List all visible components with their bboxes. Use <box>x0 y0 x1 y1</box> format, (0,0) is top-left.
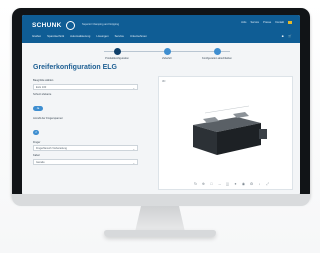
chevron-down-icon: ⌄ <box>132 85 135 90</box>
top-link[interactable]: Presse <box>263 21 271 24</box>
user-icon[interactable]: ☻ <box>281 34 284 38</box>
chevron-down-icon: ⌄ <box>132 147 135 151</box>
logo-text: SCHUNK <box>32 22 62 30</box>
logo[interactable]: SCHUNK <box>32 21 75 30</box>
nav-item[interactable]: Spanntechnik <box>47 34 64 38</box>
chevron-down-icon: ⌄ <box>132 160 135 165</box>
monitor-neck <box>135 206 185 232</box>
progress-steps: Produktkonfiguration Zubehör Konfigurati… <box>92 48 242 64</box>
fit-icon[interactable]: □ <box>209 182 214 186</box>
field-label: Anzahl der Fingerspanner <box>33 116 63 120</box>
field-label: Kabel <box>33 154 40 157</box>
monitor-foot <box>104 230 216 237</box>
step-3[interactable]: Konfiguration abschließen <box>192 48 242 60</box>
step-label: Zubehör <box>162 57 172 60</box>
screen: SCHUNK Superior Clamping and Gripping Jo… <box>22 15 300 195</box>
step-2[interactable]: Zubehör <box>142 48 192 60</box>
fullscreen-icon[interactable]: ⤢ <box>265 182 270 186</box>
select-value: Gerade <box>36 160 45 164</box>
top-link[interactable]: Service <box>250 21 259 24</box>
dimension-line <box>204 105 250 114</box>
finger-count-toggle[interactable]: 2 <box>33 129 39 135</box>
page-title: Greiferkonfiguration ELG <box>33 64 118 71</box>
tagline: Superior Clamping and Gripping <box>82 23 120 26</box>
view-icon[interactable]: ◉ <box>241 182 246 186</box>
step-dot <box>163 48 171 55</box>
monitor-chin <box>12 194 310 206</box>
jaw-right <box>233 112 249 118</box>
nav-item[interactable]: Automatisierung <box>70 34 90 38</box>
top-link[interactable]: Jobs <box>241 21 246 24</box>
cable-select[interactable]: Gerade ⌄ <box>33 158 138 165</box>
step-1[interactable]: Produktkonfiguration <box>92 48 142 60</box>
gripper-3d-model[interactable] <box>159 77 292 189</box>
field-label: Finger <box>33 140 41 144</box>
cable-connector <box>259 129 267 139</box>
top-links: Jobs Service Presse Kontakt <box>241 21 292 24</box>
size-select[interactable]: ELG 100 ⌄ <box>33 83 138 90</box>
rotate-icon[interactable]: ↻ <box>193 182 198 186</box>
step-dot <box>213 48 221 55</box>
viewer-toolbar: ↻ ⊕ □ ↔ ◫ ● ◉ ⚙ ↓ ⤢ <box>193 182 270 186</box>
cart-icon[interactable]: 🛒 <box>288 34 292 38</box>
download-icon[interactable]: ↓ <box>257 182 262 186</box>
select-value: Fingerflansch Vorbereitung <box>36 147 67 150</box>
header-icons: ☻ 🛒 <box>281 34 292 38</box>
section-icon[interactable]: ◫ <box>225 182 230 186</box>
logo-mark-icon <box>65 21 75 30</box>
config-form: Baugröße wählen ELG 100 ⌄ Schutz-Variant… <box>33 76 138 165</box>
site-header: SCHUNK Superior Clamping and Gripping Jo… <box>22 15 300 43</box>
nav-item[interactable]: Greifen <box>32 34 41 38</box>
monitor-frame: SCHUNK Superior Clamping and Gripping Jo… <box>12 8 310 202</box>
nav-item[interactable]: Unternehmen <box>130 34 147 38</box>
step-label: Produktkonfiguration <box>105 57 129 60</box>
field-label: Baugröße wählen <box>33 79 54 82</box>
top-link[interactable]: Kontakt <box>275 21 284 24</box>
protection-toggle[interactable]: Ja <box>33 105 43 111</box>
measure-icon[interactable]: ↔ <box>217 182 222 186</box>
field-label: Schutz-Variante <box>33 92 52 96</box>
settings-icon[interactable]: ⚙ <box>249 182 254 186</box>
finger-select[interactable]: Fingerflansch Vorbereitung ⌄ <box>33 145 138 151</box>
nav-item[interactable]: Service <box>115 34 124 38</box>
color-icon[interactable]: ● <box>233 182 238 186</box>
step-label: Konfiguration abschließen <box>202 57 232 60</box>
language-flag-icon[interactable] <box>288 21 292 24</box>
nav-item[interactable]: Lösungen <box>96 34 108 38</box>
step-dot <box>113 48 121 55</box>
select-value: ELG 100 <box>36 85 47 89</box>
zoom-icon[interactable]: ⊕ <box>201 182 206 186</box>
main-nav: Greifen Spanntechnik Automatisierung Lös… <box>32 34 147 38</box>
model-viewer[interactable]: 3D ↻ ⊕ □ ↔ ◫ ● ◉ ⚙ ↓ ⤢ <box>158 76 293 190</box>
viewer-label: 3D <box>162 80 166 83</box>
